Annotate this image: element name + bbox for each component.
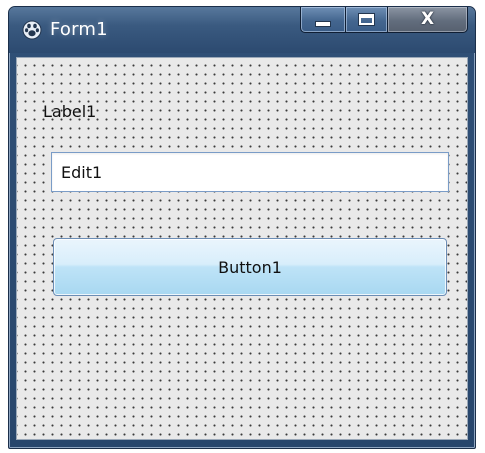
close-button[interactable]: X <box>388 7 468 33</box>
label1[interactable]: Label1 <box>43 102 96 121</box>
maximize-button[interactable] <box>346 7 388 33</box>
minimize-icon <box>315 20 331 27</box>
close-icon: X <box>420 9 435 29</box>
app-icon[interactable] <box>22 20 42 40</box>
form-designer-canvas[interactable]: Label1 Button1 <box>16 57 468 440</box>
caption-buttons: X <box>300 7 468 33</box>
window-title: Form1 <box>50 19 108 40</box>
title-bar[interactable]: Form1 X <box>9 7 475 53</box>
minimize-button[interactable] <box>300 7 346 33</box>
edit1-field[interactable] <box>51 152 449 192</box>
button1[interactable]: Button1 <box>53 238 447 296</box>
form-window[interactable]: Form1 X Label1 Button1 <box>8 6 476 449</box>
maximize-icon <box>358 13 375 26</box>
